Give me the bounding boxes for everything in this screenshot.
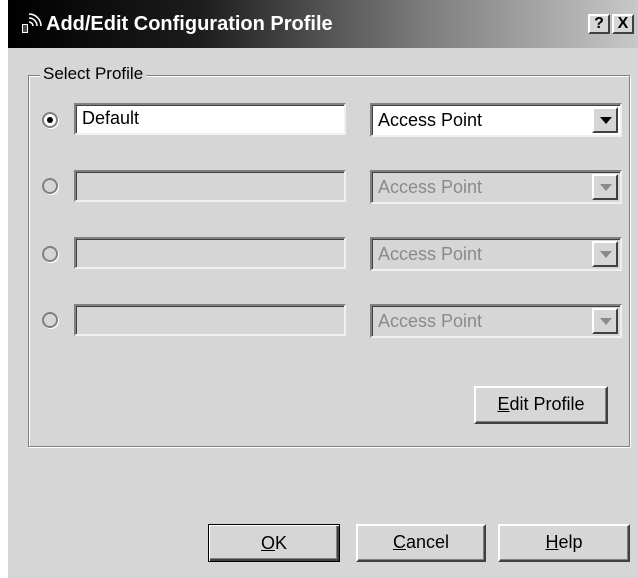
profile-1-radio[interactable] <box>42 112 58 128</box>
chevron-down-icon <box>600 251 612 258</box>
profile-2-radio[interactable] <box>42 178 58 194</box>
ok-label: K <box>275 533 288 553</box>
cancel-mnemonic: C <box>392 532 406 552</box>
select-profile-label: Select Profile <box>40 63 147 85</box>
profile-2-type-select[interactable]: Access Point <box>370 170 622 204</box>
profile-1-name-field[interactable]: Default <box>74 103 346 135</box>
profile-2-name-field[interactable] <box>74 170 346 202</box>
window-title: Add/Edit Configuration Profile <box>46 13 333 35</box>
profile-2-dropdown-button[interactable] <box>592 174 618 200</box>
ok-button[interactable]: OK <box>208 524 340 562</box>
profile-1-type-select[interactable]: Access Point <box>370 103 622 137</box>
chevron-down-icon <box>600 117 612 124</box>
configuration-profile-dialog: Add/Edit Configuration Profile ? X Selec… <box>8 0 638 578</box>
help-label: elp <box>558 532 583 552</box>
profile-4-name-field[interactable] <box>74 304 346 336</box>
ok-mnemonic: O <box>260 533 275 553</box>
title-bar[interactable]: Add/Edit Configuration Profile ? X <box>8 0 638 48</box>
profile-3-type-select[interactable]: Access Point <box>370 237 622 271</box>
profile-4-dropdown-button[interactable] <box>592 308 618 334</box>
edit-profile-mnemonic: E <box>497 394 510 414</box>
profile-3-radio[interactable] <box>42 246 58 262</box>
wireless-signal-icon <box>18 12 42 36</box>
help-question-button[interactable]: ? <box>588 14 610 34</box>
profile-4-radio[interactable] <box>42 312 58 328</box>
profile-3-name-field[interactable] <box>74 237 346 269</box>
profile-4-type-value: Access Point <box>378 311 483 331</box>
profile-4-type-select[interactable]: Access Point <box>370 304 622 338</box>
radio-selected-dot <box>47 117 53 123</box>
edit-profile-label: dit Profile <box>509 394 585 414</box>
profile-1-dropdown-button[interactable] <box>592 107 618 133</box>
chevron-down-icon <box>600 184 612 191</box>
edit-profile-button[interactable]: Edit Profile <box>474 386 608 424</box>
help-button[interactable]: Help <box>498 524 630 562</box>
profile-3-type-value: Access Point <box>378 244 483 264</box>
help-mnemonic: H <box>545 532 559 552</box>
chevron-down-icon <box>600 318 612 325</box>
cancel-label: ancel <box>405 532 450 552</box>
close-button[interactable]: X <box>612 14 634 34</box>
profile-1-type-value: Access Point <box>378 110 483 130</box>
cancel-button[interactable]: Cancel <box>356 524 486 562</box>
profile-3-dropdown-button[interactable] <box>592 241 618 267</box>
profile-2-type-value: Access Point <box>378 177 483 197</box>
